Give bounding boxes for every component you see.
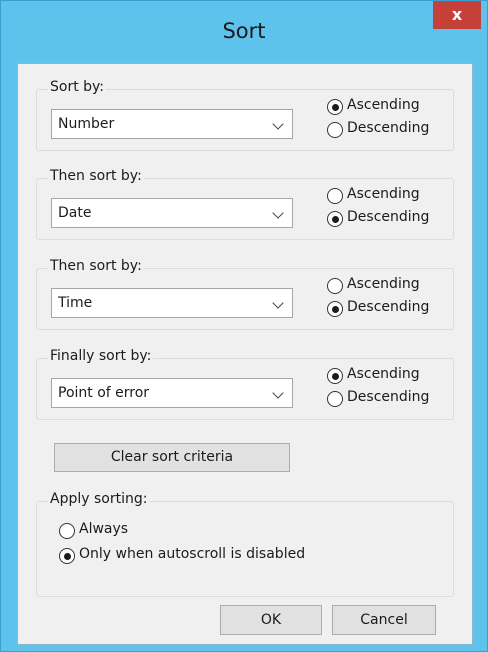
- descending-label: Descending: [347, 389, 430, 405]
- cancel-button[interactable]: Cancel: [332, 605, 436, 635]
- dialog-client-area: Sort by: Number Ascending Descending The…: [17, 63, 473, 645]
- then-sort-by-group-1: Then sort by: Date Ascending Descending: [36, 168, 454, 240]
- finally-sort-by-group: Finally sort by: Point of error Ascendin…: [36, 348, 454, 420]
- ascending-label: Ascending: [347, 366, 420, 382]
- then-sort-by-value-2: Time: [58, 295, 93, 311]
- descending-label: Descending: [347, 120, 430, 136]
- sort-by-label: Sort by:: [48, 79, 107, 95]
- autoscroll-disabled-label: Only when autoscroll is disabled: [79, 546, 306, 562]
- radio-button-icon[interactable]: [59, 548, 75, 564]
- radio-button-icon[interactable]: [327, 301, 343, 317]
- close-button[interactable]: x: [433, 1, 481, 29]
- radio-button-icon[interactable]: [327, 99, 343, 115]
- radio-button-icon[interactable]: [327, 391, 343, 407]
- descending-label: Descending: [347, 209, 430, 225]
- sort-by-value: Number: [58, 116, 115, 132]
- chevron-down-icon: [272, 207, 284, 219]
- then-sort-by-label: Then sort by:: [48, 258, 144, 274]
- descending-label: Descending: [347, 299, 430, 315]
- then-sort-by-dropdown-2[interactable]: Time: [51, 288, 293, 318]
- close-icon: x: [451, 5, 463, 24]
- finally-sort-by-dropdown[interactable]: Point of error: [51, 378, 293, 408]
- finally-sort-by-label: Finally sort by:: [48, 348, 154, 364]
- radio-button-icon[interactable]: [59, 523, 75, 539]
- ascending-label: Ascending: [347, 97, 420, 113]
- clear-sort-criteria-button[interactable]: Clear sort criteria: [54, 443, 290, 472]
- always-label: Always: [79, 521, 129, 537]
- radio-button-icon[interactable]: [327, 368, 343, 384]
- title-bar[interactable]: Sort x: [1, 1, 487, 61]
- chevron-down-icon: [272, 297, 284, 309]
- ok-button[interactable]: OK: [220, 605, 322, 635]
- radio-button-icon[interactable]: [327, 211, 343, 227]
- apply-sorting-label: Apply sorting:: [48, 491, 150, 507]
- ascending-label: Ascending: [347, 276, 420, 292]
- radio-button-icon[interactable]: [327, 278, 343, 294]
- then-sort-by-value-1: Date: [58, 205, 92, 221]
- then-sort-by-group-2: Then sort by: Time Ascending Descending: [36, 258, 454, 330]
- chevron-down-icon: [272, 118, 284, 130]
- ascending-label: Ascending: [347, 186, 420, 202]
- dialog-title: Sort: [222, 19, 266, 43]
- then-sort-by-dropdown-1[interactable]: Date: [51, 198, 293, 228]
- finally-sort-by-value: Point of error: [58, 385, 150, 401]
- radio-button-icon[interactable]: [327, 122, 343, 138]
- sort-by-dropdown[interactable]: Number: [51, 109, 293, 139]
- then-sort-by-label: Then sort by:: [48, 168, 144, 184]
- sort-by-group: Sort by: Number Ascending Descending: [36, 79, 454, 151]
- sort-dialog: Sort x Sort by: Number Ascending Descend…: [0, 0, 488, 652]
- radio-button-icon[interactable]: [327, 188, 343, 204]
- apply-sorting-group: Apply sorting: Always Only when autoscro…: [36, 491, 454, 597]
- chevron-down-icon: [272, 387, 284, 399]
